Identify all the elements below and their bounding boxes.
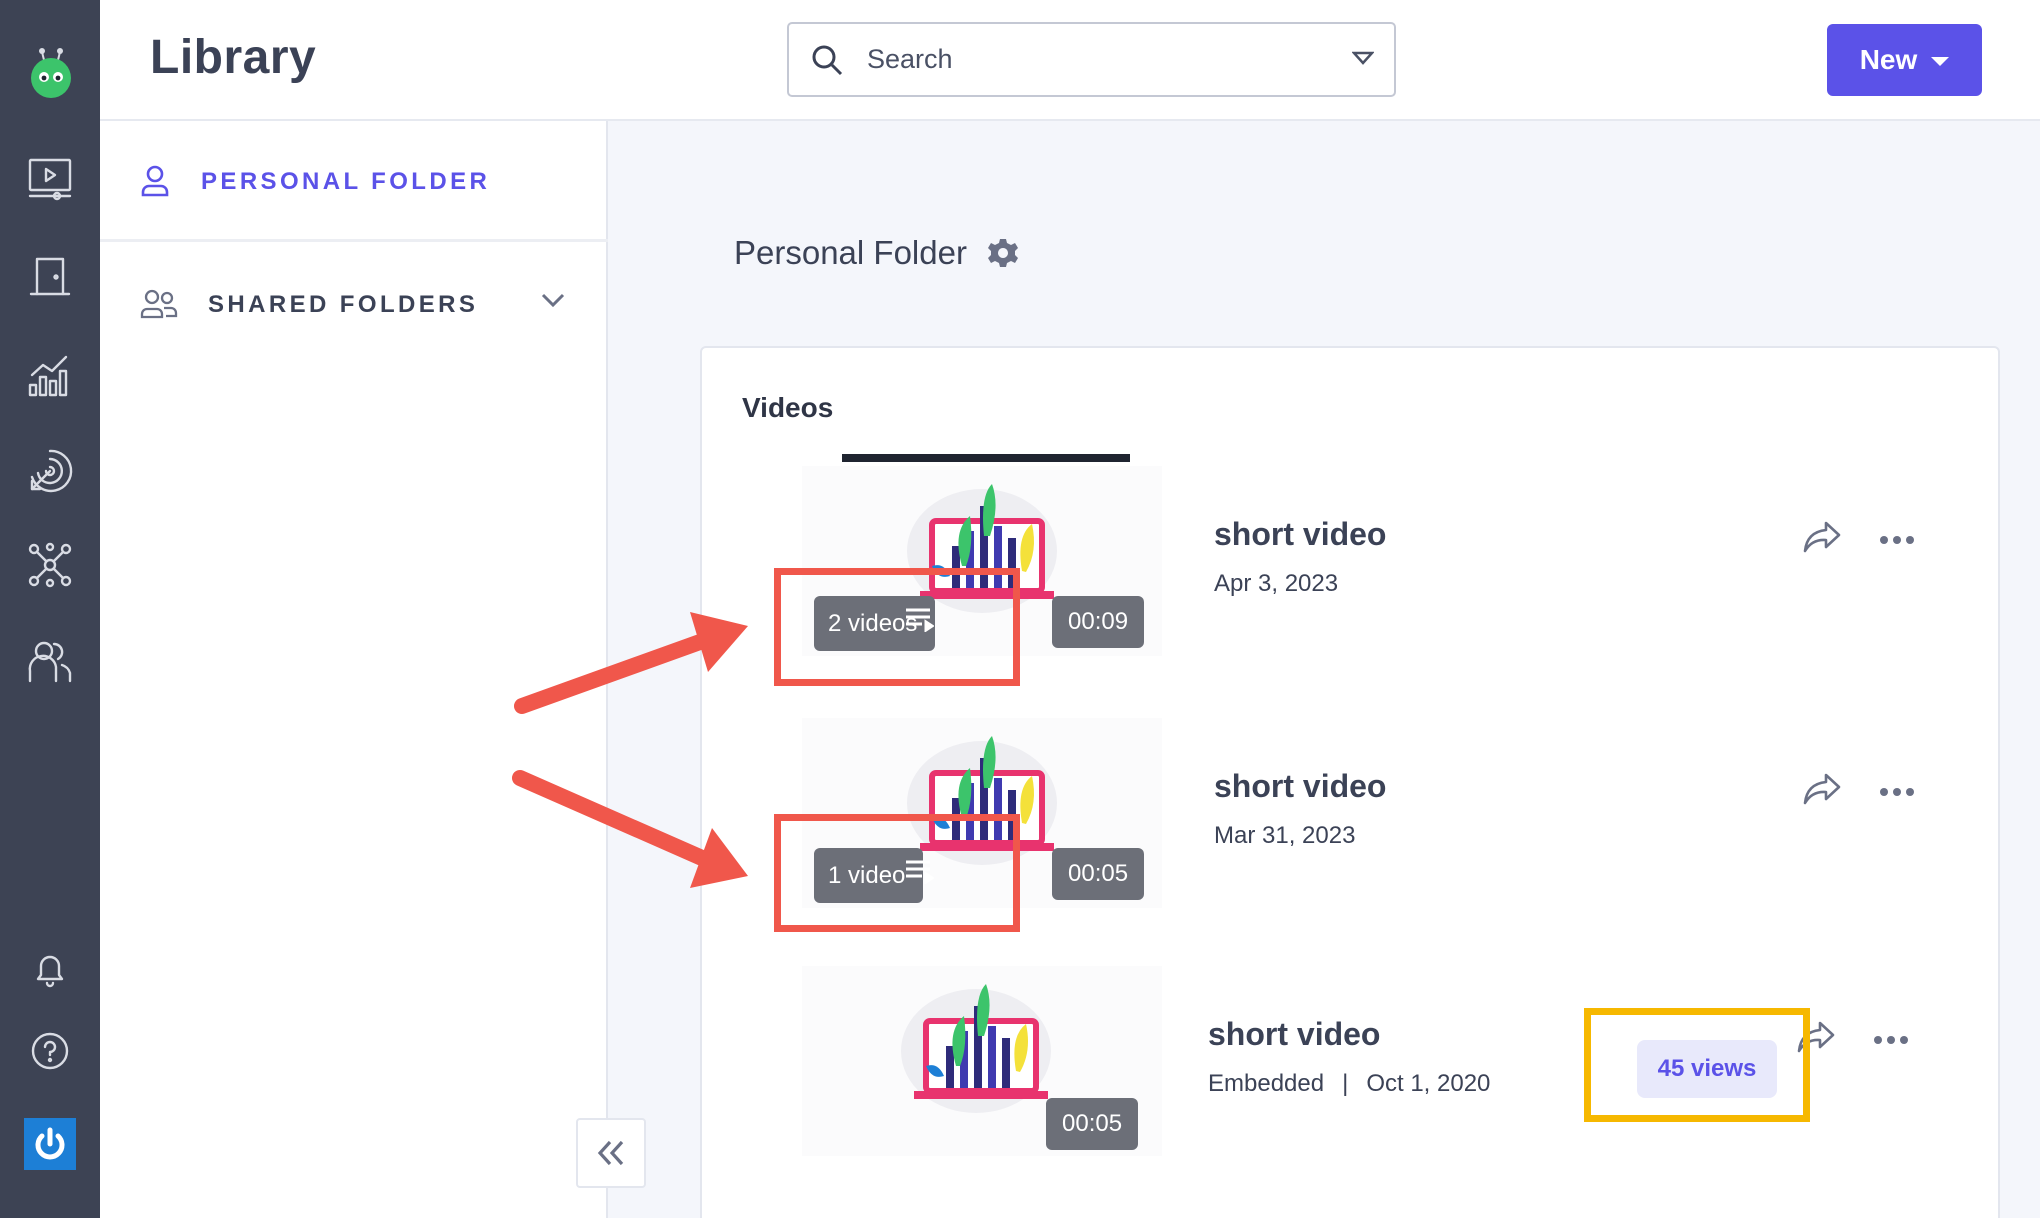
annotation-arrow (512, 770, 748, 888)
annotation-arrow (514, 612, 748, 714)
annotation-arrows (512, 612, 748, 888)
